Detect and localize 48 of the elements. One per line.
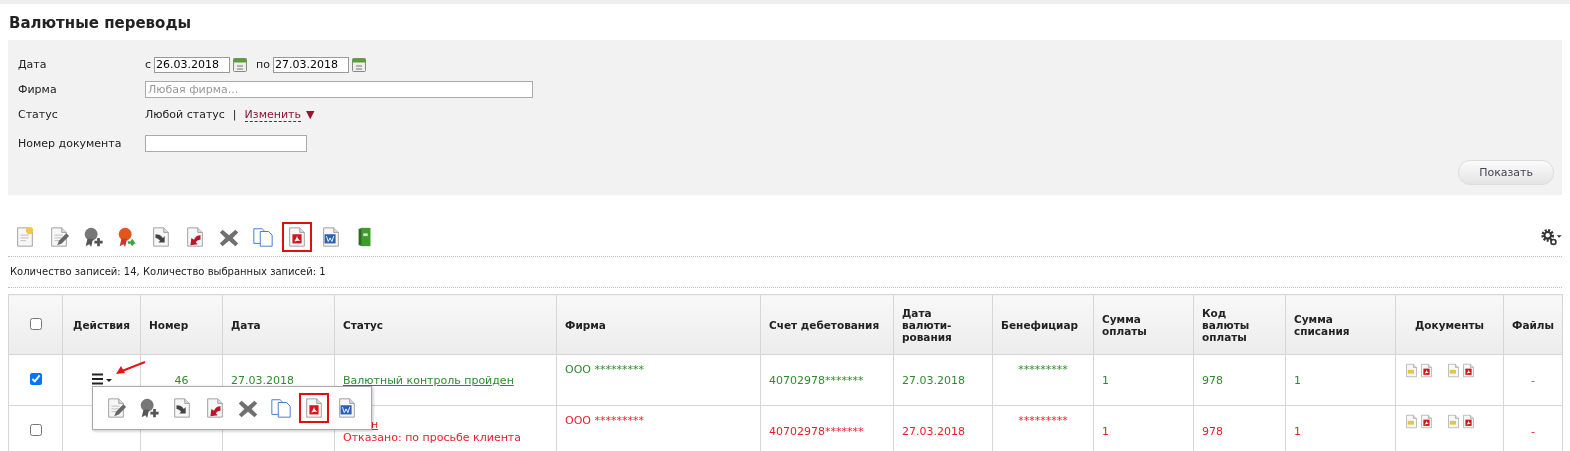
column-header: Статус <box>343 318 384 331</box>
table-cell: 1 <box>1294 373 1301 387</box>
column-header: Сумма списания <box>1294 312 1350 337</box>
field-label: с <box>145 58 152 71</box>
table-cell: 1 <box>1102 373 1109 387</box>
table-cell: - <box>1531 373 1535 387</box>
table-cell: 1 <box>1294 424 1301 438</box>
field-label: Фирма <box>18 83 58 96</box>
column-header: Сумма оплаты <box>1102 312 1147 337</box>
table-cell: 40702978******* <box>769 424 864 438</box>
field-label: Номер документа <box>18 137 123 150</box>
column-header: Действия <box>73 318 130 331</box>
table-cell: ООО ********* <box>565 363 644 376</box>
column-header: Документы <box>1414 318 1485 331</box>
table-cell: - <box>1531 424 1535 438</box>
status-note: Отказано: по просьбе клиента <box>343 431 522 444</box>
column-header: Фирма <box>565 318 606 331</box>
table-cell: 27.03.2018 <box>902 373 965 387</box>
table-cell: 27.03.2018 <box>231 373 294 387</box>
table-cell: 27.03.2018 <box>902 424 965 438</box>
table-cell: 40702978******* <box>769 373 864 387</box>
table-cell: ООО ********* <box>565 414 644 427</box>
field-label: Дата <box>18 58 48 71</box>
firm-field[interactable]: Любая фирма... <box>145 81 533 98</box>
table-cell: 1 <box>1102 424 1109 438</box>
column-header: Дата <box>231 318 261 331</box>
column-header: Бенефициар <box>1001 318 1079 331</box>
table-cell: 46 <box>174 373 189 387</box>
record-count: Количество записей: 14, Количество выбранных записей: 1 <box>9 265 327 279</box>
date-field[interactable]: 27.03.2018 <box>273 56 349 73</box>
status-value: Любой статус <box>145 108 225 121</box>
field-label: по <box>256 58 270 71</box>
table-cell: 978 <box>1202 424 1223 438</box>
page-title: Валютные переводы <box>8 13 193 34</box>
column-header: Дата валюти-рования <box>902 306 952 343</box>
table-cell: ********* <box>1018 363 1068 376</box>
table-cell: 978 <box>1202 373 1223 387</box>
separator: | <box>232 108 237 121</box>
field-label: Статус <box>18 108 59 121</box>
change-link[interactable]: Изменить <box>244 107 301 122</box>
column-header: Номер <box>149 318 189 331</box>
column-header: Файлы <box>1512 318 1555 331</box>
date-field[interactable]: 26.03.2018 <box>154 56 231 73</box>
table-cell: ********* <box>1018 414 1068 427</box>
column-header: Счет дебетования <box>769 318 880 331</box>
column-header: Код валюты оплаты <box>1202 306 1250 343</box>
show-button[interactable]: Показать <box>1458 160 1554 185</box>
caret-icon[interactable]: ▼ <box>305 108 315 121</box>
